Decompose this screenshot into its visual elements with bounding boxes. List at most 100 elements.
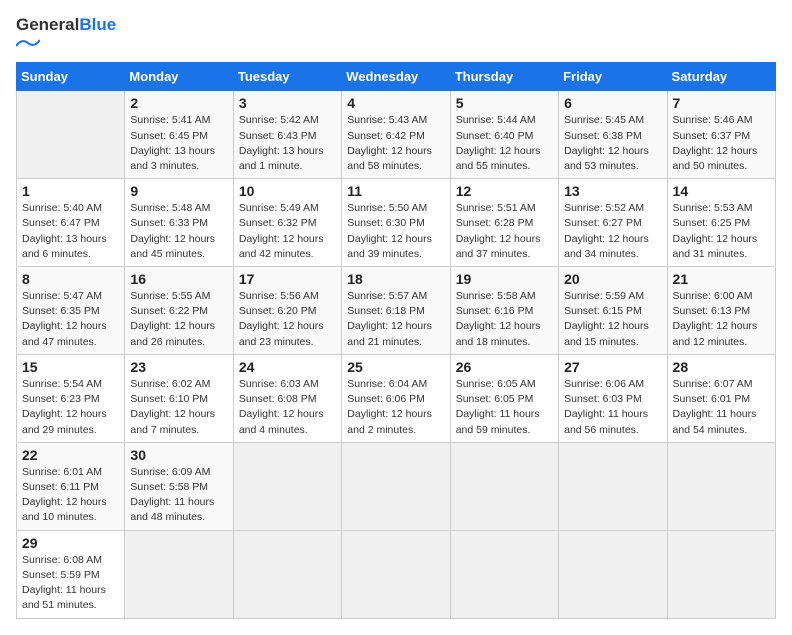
day-info: Sunrise: 6:02 AMSunset: 6:10 PMDaylight:… <box>130 377 227 438</box>
week-row-5: 22 Sunrise: 6:01 AMSunset: 6:11 PMDayligh… <box>17 442 776 530</box>
day-number: 7 <box>673 95 770 111</box>
calendar-cell: 1 Sunrise: 5:40 AMSunset: 6:47 PMDaylight… <box>17 179 125 267</box>
weekday-header-sunday: Sunday <box>17 63 125 91</box>
day-info: Sunrise: 5:54 AMSunset: 6:23 PMDaylight:… <box>22 377 119 438</box>
calendar-cell: 7 Sunrise: 5:46 AMSunset: 6:37 PMDaylight… <box>667 91 775 179</box>
logo: GeneralBlue <box>16 16 116 52</box>
day-info: Sunrise: 6:03 AMSunset: 6:08 PMDaylight:… <box>239 377 336 438</box>
day-number: 4 <box>347 95 444 111</box>
day-info: Sunrise: 5:44 AMSunset: 6:40 PMDaylight:… <box>456 113 553 174</box>
calendar-cell: 14 Sunrise: 5:53 AMSunset: 6:25 PMDayligh… <box>667 179 775 267</box>
calendar-cell: 9 Sunrise: 5:48 AMSunset: 6:33 PMDaylight… <box>125 179 233 267</box>
day-info: Sunrise: 5:40 AMSunset: 6:47 PMDaylight:… <box>22 201 119 262</box>
day-info: Sunrise: 5:55 AMSunset: 6:22 PMDaylight:… <box>130 289 227 350</box>
day-info: Sunrise: 5:46 AMSunset: 6:37 PMDaylight:… <box>673 113 770 174</box>
weekday-header-saturday: Saturday <box>667 63 775 91</box>
day-info: Sunrise: 5:47 AMSunset: 6:35 PMDaylight:… <box>22 289 119 350</box>
day-number: 23 <box>130 359 227 375</box>
logo-text: GeneralBlue <box>16 16 116 52</box>
day-number: 20 <box>564 271 661 287</box>
calendar-cell: 22 Sunrise: 6:01 AMSunset: 6:11 PMDayligh… <box>17 442 125 530</box>
day-info: Sunrise: 5:42 AMSunset: 6:43 PMDaylight:… <box>239 113 336 174</box>
week-row-3: 8 Sunrise: 5:47 AMSunset: 6:35 PMDaylight… <box>17 267 776 355</box>
calendar-cell <box>233 442 341 530</box>
calendar-cell: 20 Sunrise: 5:59 AMSunset: 6:15 PMDayligh… <box>559 267 667 355</box>
day-number: 5 <box>456 95 553 111</box>
calendar-cell: 19 Sunrise: 5:58 AMSunset: 6:16 PMDayligh… <box>450 267 558 355</box>
day-number: 3 <box>239 95 336 111</box>
calendar-table: SundayMondayTuesdayWednesdayThursdayFrid… <box>16 62 776 618</box>
calendar-cell: 11 Sunrise: 5:50 AMSunset: 6:30 PMDayligh… <box>342 179 450 267</box>
calendar-cell: 4 Sunrise: 5:43 AMSunset: 6:42 PMDaylight… <box>342 91 450 179</box>
day-info: Sunrise: 5:41 AMSunset: 6:45 PMDaylight:… <box>130 113 227 174</box>
day-number: 24 <box>239 359 336 375</box>
day-number: 14 <box>673 183 770 199</box>
header: GeneralBlue <box>16 16 776 52</box>
day-info: Sunrise: 5:50 AMSunset: 6:30 PMDaylight:… <box>347 201 444 262</box>
day-number: 8 <box>22 271 119 287</box>
day-number: 26 <box>456 359 553 375</box>
day-number: 16 <box>130 271 227 287</box>
weekday-header-wednesday: Wednesday <box>342 63 450 91</box>
day-info: Sunrise: 5:53 AMSunset: 6:25 PMDaylight:… <box>673 201 770 262</box>
day-info: Sunrise: 5:57 AMSunset: 6:18 PMDaylight:… <box>347 289 444 350</box>
day-info: Sunrise: 5:59 AMSunset: 6:15 PMDaylight:… <box>564 289 661 350</box>
day-info: Sunrise: 6:09 AMSunset: 5:58 PMDaylight:… <box>130 465 227 526</box>
weekday-header-tuesday: Tuesday <box>233 63 341 91</box>
calendar-cell <box>450 530 558 618</box>
day-info: Sunrise: 5:56 AMSunset: 6:20 PMDaylight:… <box>239 289 336 350</box>
calendar-cell: 10Sunrise: 5:49 AMSunset: 6:32 PMDayligh… <box>233 179 341 267</box>
calendar-cell: 23 Sunrise: 6:02 AMSunset: 6:10 PMDayligh… <box>125 354 233 442</box>
day-number: 19 <box>456 271 553 287</box>
calendar-cell: 2Sunrise: 5:41 AMSunset: 6:45 PMDaylight… <box>125 91 233 179</box>
day-info: Sunrise: 6:07 AMSunset: 6:01 PMDaylight:… <box>673 377 770 438</box>
day-number: 9 <box>130 183 227 199</box>
calendar-cell <box>559 530 667 618</box>
day-info: Sunrise: 5:51 AMSunset: 6:28 PMDaylight:… <box>456 201 553 262</box>
calendar-cell: 28Sunrise: 6:07 AMSunset: 6:01 PMDayligh… <box>667 354 775 442</box>
calendar-cell: 8 Sunrise: 5:47 AMSunset: 6:35 PMDaylight… <box>17 267 125 355</box>
calendar-cell <box>342 530 450 618</box>
day-number: 6 <box>564 95 661 111</box>
day-number: 11 <box>347 183 444 199</box>
calendar-cell: 16 Sunrise: 5:55 AMSunset: 6:22 PMDayligh… <box>125 267 233 355</box>
day-number: 13 <box>564 183 661 199</box>
day-number: 22 <box>22 447 119 463</box>
day-number: 15 <box>22 359 119 375</box>
calendar-cell: 18Sunrise: 5:57 AMSunset: 6:18 PMDayligh… <box>342 267 450 355</box>
logo-wave-icon <box>16 38 40 48</box>
day-info: Sunrise: 5:43 AMSunset: 6:42 PMDaylight:… <box>347 113 444 174</box>
calendar-cell: 21Sunrise: 6:00 AMSunset: 6:13 PMDayligh… <box>667 267 775 355</box>
day-info: Sunrise: 5:58 AMSunset: 6:16 PMDaylight:… <box>456 289 553 350</box>
calendar-cell <box>233 530 341 618</box>
day-number: 25 <box>347 359 444 375</box>
calendar-cell: 17 Sunrise: 5:56 AMSunset: 6:20 PMDayligh… <box>233 267 341 355</box>
weekday-header-monday: Monday <box>125 63 233 91</box>
day-number: 29 <box>22 535 119 551</box>
calendar-cell: 3 Sunrise: 5:42 AMSunset: 6:43 PMDaylight… <box>233 91 341 179</box>
week-row-2: 1 Sunrise: 5:40 AMSunset: 6:47 PMDaylight… <box>17 179 776 267</box>
day-number: 10 <box>239 183 336 199</box>
week-row-4: 15 Sunrise: 5:54 AMSunset: 6:23 PMDayligh… <box>17 354 776 442</box>
day-info: Sunrise: 6:08 AMSunset: 5:59 PMDaylight:… <box>22 553 119 614</box>
calendar-cell: 12Sunrise: 5:51 AMSunset: 6:28 PMDayligh… <box>450 179 558 267</box>
calendar-cell <box>450 442 558 530</box>
calendar-cell <box>125 530 233 618</box>
calendar-cell <box>559 442 667 530</box>
day-info: Sunrise: 6:01 AMSunset: 6:11 PMDaylight:… <box>22 465 119 526</box>
day-number: 1 <box>22 183 119 199</box>
day-info: Sunrise: 6:00 AMSunset: 6:13 PMDaylight:… <box>673 289 770 350</box>
day-number: 17 <box>239 271 336 287</box>
calendar-header: SundayMondayTuesdayWednesdayThursdayFrid… <box>17 63 776 91</box>
calendar-cell: 15 Sunrise: 5:54 AMSunset: 6:23 PMDayligh… <box>17 354 125 442</box>
calendar-cell: 13Sunrise: 5:52 AMSunset: 6:27 PMDayligh… <box>559 179 667 267</box>
day-info: Sunrise: 5:48 AMSunset: 6:33 PMDaylight:… <box>130 201 227 262</box>
calendar-body: 2Sunrise: 5:41 AMSunset: 6:45 PMDaylight… <box>17 91 776 618</box>
day-number: 27 <box>564 359 661 375</box>
day-number: 30 <box>130 447 227 463</box>
week-row-1: 2Sunrise: 5:41 AMSunset: 6:45 PMDaylight… <box>17 91 776 179</box>
calendar-cell: 25Sunrise: 6:04 AMSunset: 6:06 PMDayligh… <box>342 354 450 442</box>
calendar-cell <box>667 530 775 618</box>
calendar-cell: 5 Sunrise: 5:44 AMSunset: 6:40 PMDaylight… <box>450 91 558 179</box>
day-info: Sunrise: 5:45 AMSunset: 6:38 PMDaylight:… <box>564 113 661 174</box>
